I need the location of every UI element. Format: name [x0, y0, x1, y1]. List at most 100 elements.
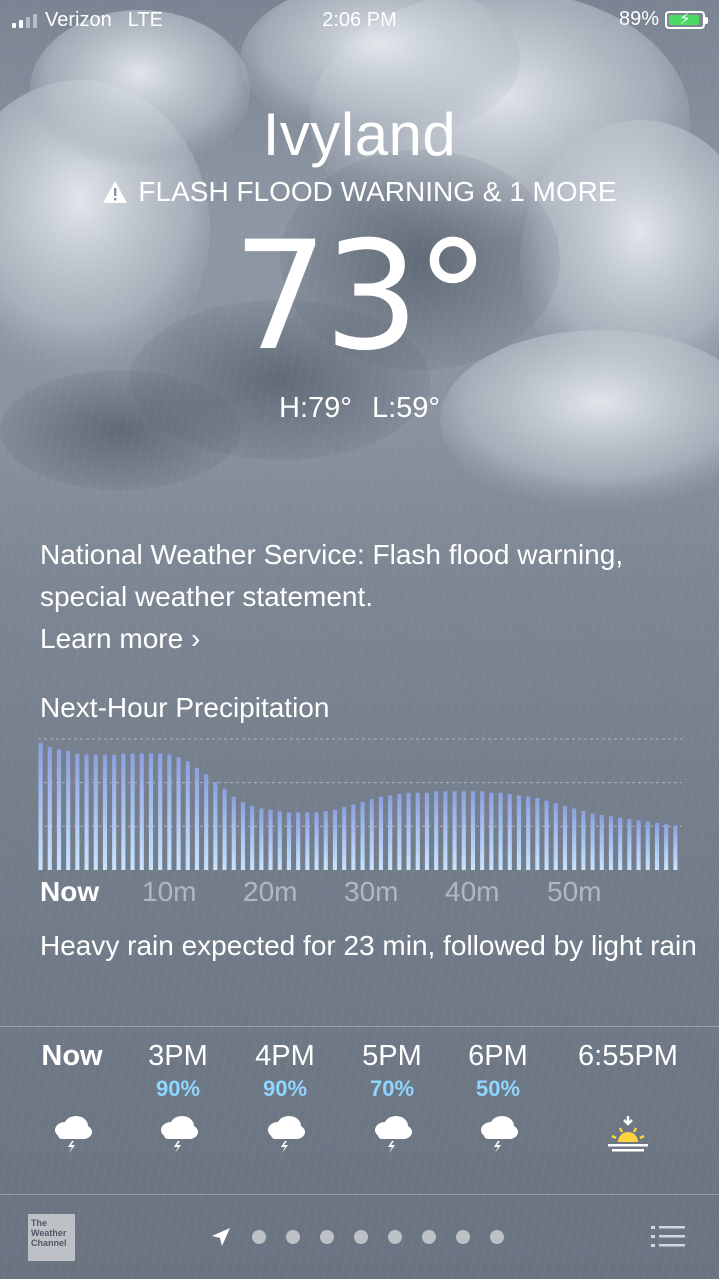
high-temp: H:79°	[279, 392, 352, 424]
precip-bar	[562, 805, 568, 870]
nws-text: National Weather Service: Flash flood wa…	[40, 539, 624, 612]
page-indicator[interactable]	[210, 1226, 504, 1248]
precip-bar	[296, 812, 301, 870]
hourly-forecast[interactable]: Now 3PM 90% 4PM 90% 5PM 70% 6PM 50% 6:55…	[0, 1040, 719, 1170]
precip-bar	[75, 753, 80, 870]
precip-bar	[664, 824, 669, 870]
tick-50m: 50m	[547, 876, 602, 907]
precip-bar	[544, 800, 549, 870]
precip-bar	[121, 753, 126, 870]
battery-icon: ⚡	[665, 10, 708, 29]
precip-bar	[148, 753, 154, 870]
high-low: H:79° L:59°	[0, 392, 719, 425]
precip-bar	[56, 749, 62, 870]
precip-bar	[378, 796, 384, 870]
clock: 2:06 PM	[322, 9, 397, 31]
precip-bar	[231, 796, 236, 870]
precip-bar	[102, 754, 108, 870]
page-dot[interactable]	[388, 1230, 402, 1244]
thunderstorm-icon	[481, 1116, 518, 1153]
hour-sunset: 6:55PM	[568, 1040, 688, 1154]
precip-bar	[342, 807, 347, 870]
precip-bar	[84, 754, 89, 870]
precip-bar	[608, 816, 614, 870]
precip-bar	[268, 809, 273, 870]
precip-bar	[590, 813, 595, 870]
precip-bar	[314, 812, 319, 870]
precip-bar	[185, 761, 190, 870]
precip-bar	[415, 792, 420, 870]
divider-top	[0, 1026, 719, 1027]
precip-time-axis: Now 10m 20m 30m 40m 50m	[40, 876, 690, 910]
precip-bar	[158, 753, 163, 870]
precip-bar	[323, 811, 328, 870]
precip-bar	[259, 808, 264, 870]
footer-toolbar: The Weather Channel	[0, 1196, 719, 1279]
precip-bar	[286, 812, 292, 870]
precip-bar	[618, 817, 623, 870]
precip-bar	[351, 804, 356, 870]
precip-bar	[332, 809, 338, 870]
hour-4pm: 4PM 90%	[225, 1040, 345, 1154]
precip-bar	[581, 811, 586, 870]
hour-6pm: 6PM 50%	[438, 1040, 558, 1154]
precip-bar	[599, 814, 604, 870]
precip-bar	[516, 795, 522, 870]
status-bar: Verizon LTE 2:06 PM 89% ⚡	[0, 0, 719, 40]
precip-bar	[461, 791, 466, 870]
precip-bar	[645, 821, 650, 870]
brand-text: The Weather Channel	[31, 1218, 67, 1248]
precip-bar	[194, 767, 200, 870]
weather-channel-logo[interactable]: The Weather Channel	[28, 1214, 75, 1261]
hour-label: 3PM	[148, 1040, 208, 1072]
location-arrow-icon	[212, 1228, 230, 1246]
precip-bar	[250, 805, 255, 870]
precip-bar	[176, 757, 181, 870]
precip-bar	[498, 792, 503, 870]
hour-precip: 90%	[155, 1076, 201, 1101]
precip-chart-svg	[38, 738, 682, 870]
precip-bar	[139, 753, 144, 870]
precip-bar	[526, 796, 531, 870]
thunderstorm-icon	[268, 1116, 305, 1153]
learn-more-link[interactable]: Learn more ›	[40, 618, 700, 660]
page-dot[interactable]	[490, 1230, 504, 1244]
precip-bar	[240, 801, 246, 870]
charging-bolt-icon: ⚡	[679, 10, 691, 28]
low-temp: L:59°	[371, 392, 440, 424]
precip-bar	[167, 754, 172, 870]
precip-bar	[305, 812, 310, 870]
city-list-icon[interactable]	[651, 1224, 685, 1250]
city-name: Ivyland	[262, 101, 457, 168]
hour-label: 6:55PM	[578, 1040, 678, 1072]
precip-bar	[369, 799, 374, 870]
precip-bar	[360, 801, 365, 870]
precip-bar	[654, 822, 660, 870]
warning-icon	[103, 181, 128, 203]
precip-bar	[452, 791, 457, 870]
hour-3pm: 3PM 90%	[118, 1040, 238, 1154]
precip-summary: Heavy rain expected for 23 min, followed…	[40, 930, 697, 961]
precip-bar	[66, 750, 71, 870]
precip-title: Next-Hour Precipitation	[40, 692, 330, 723]
thunderstorm-icon	[375, 1116, 412, 1153]
precip-bar	[470, 791, 476, 870]
status-right: 89% ⚡	[619, 8, 708, 31]
page-dot[interactable]	[456, 1230, 470, 1244]
page-dot[interactable]	[286, 1230, 300, 1244]
page-dot[interactable]	[422, 1230, 436, 1244]
hour-label: 6PM	[468, 1040, 528, 1072]
precip-bar	[627, 818, 632, 870]
precip-bar	[434, 791, 439, 870]
hour-label: 4PM	[255, 1040, 315, 1072]
precip-bar	[424, 792, 430, 870]
precip-bar	[553, 803, 558, 870]
thunderstorm-icon	[161, 1116, 198, 1153]
precip-bar	[204, 774, 209, 870]
divider-bottom	[0, 1194, 719, 1195]
page-dot[interactable]	[320, 1230, 334, 1244]
page-dot[interactable]	[354, 1230, 368, 1244]
precip-bar	[213, 782, 218, 870]
page-dot[interactable]	[252, 1230, 266, 1244]
weather-alert[interactable]: FLASH FLOOD WARNING & 1 MORE	[0, 176, 719, 208]
